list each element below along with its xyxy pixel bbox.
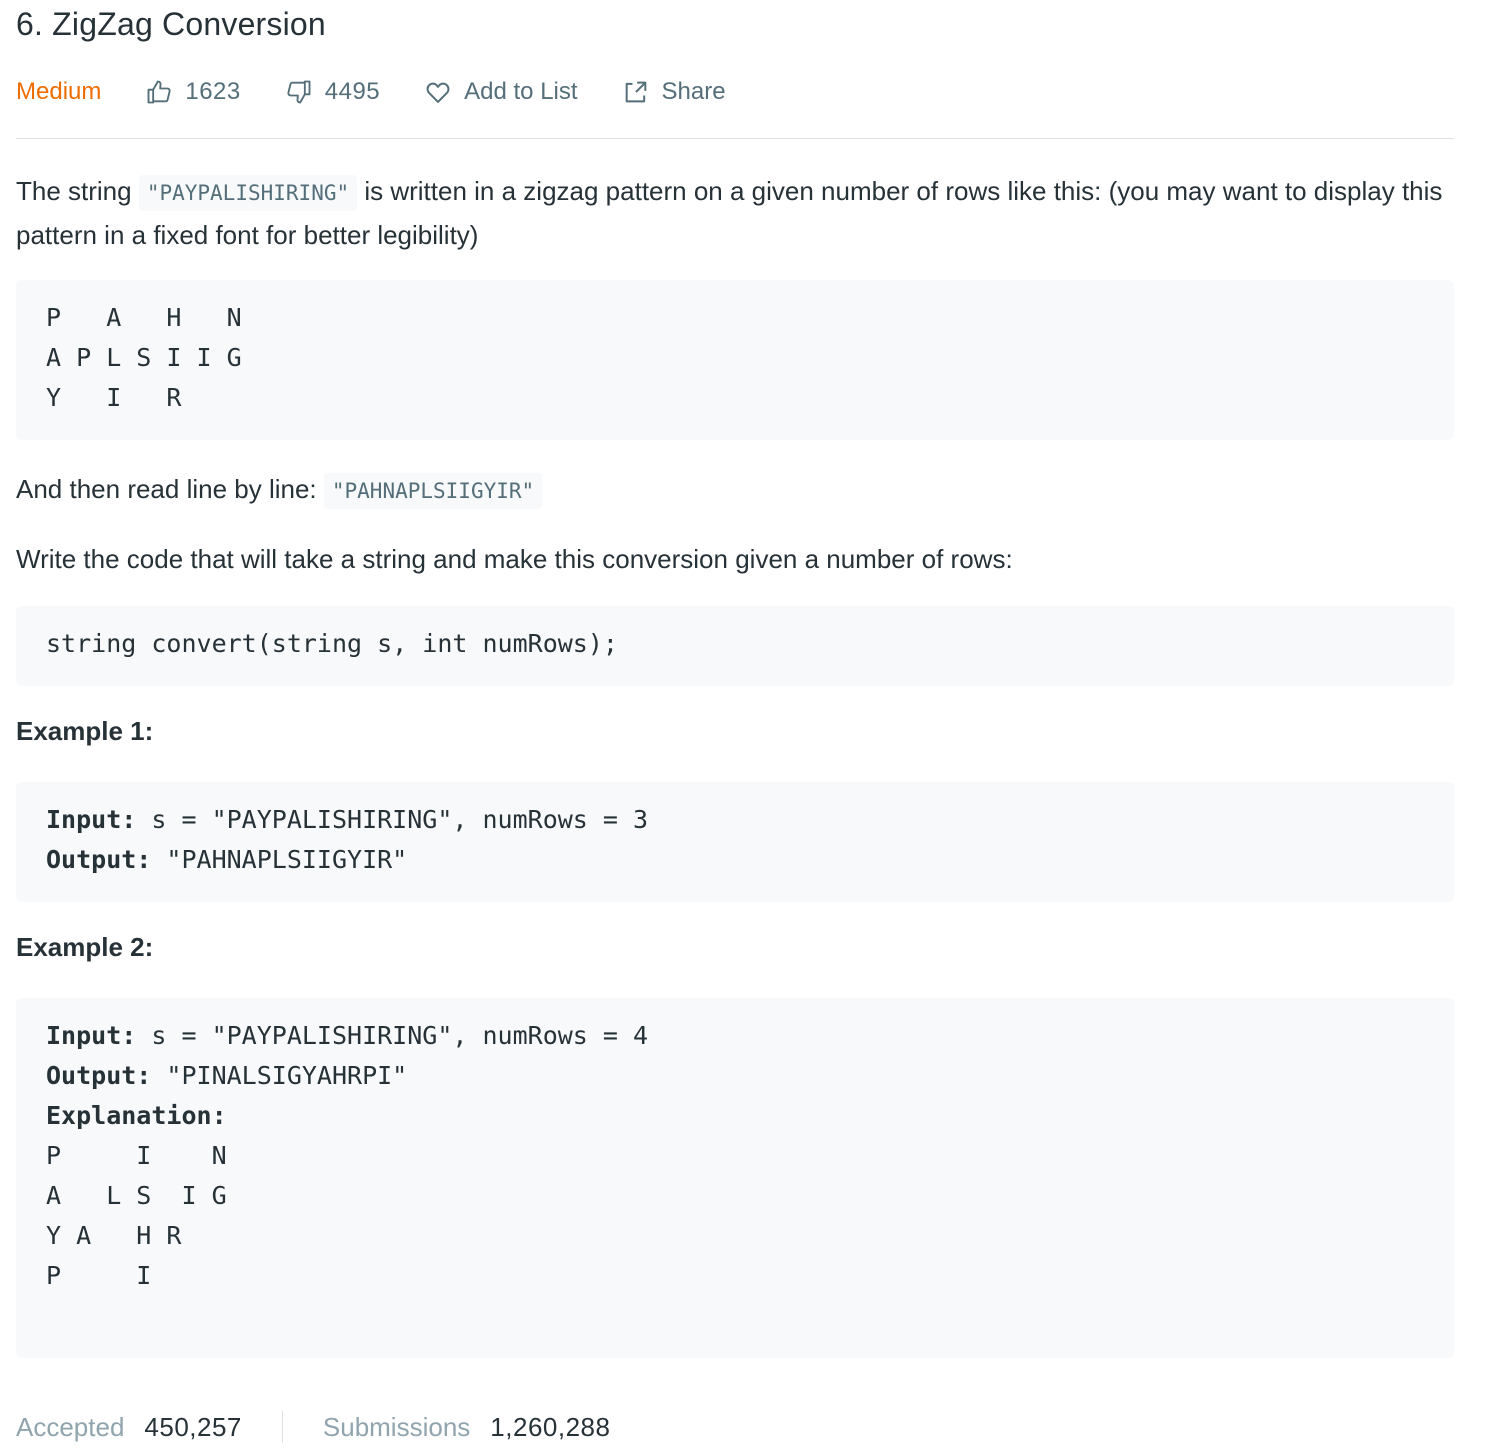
problem-meta-bar: Medium 1623 4495 Add to List Share [16,72,770,112]
submission-stats: Accepted 450,257 Submissions 1,260,288 [16,1406,610,1448]
input-value: s = "PAYPALISHIRING", numRows = 4 [136,1021,649,1050]
thumbs-down-icon [287,80,311,104]
description-paragraph-1: The string "PAYPALISHIRING" is written i… [16,170,1456,256]
accepted-label: Accepted [16,1411,125,1442]
dislike-count: 4495 [324,78,381,105]
example-1-block: Input: s = "PAYPALISHIRING", numRows = 3… [16,782,1454,902]
description-paragraph-2: And then read line by line: "PAHNAPLSIIG… [16,468,1456,512]
input-label: Input: [46,1021,137,1050]
dislike-button[interactable]: 4495 [285,78,380,106]
output-value: "PINALSIGYAHRPI" [151,1061,408,1090]
problem-page: 6. ZigZag Conversion Medium 1623 4495 Ad… [0,0,1488,1446]
submissions-label: Submissions [322,1411,471,1442]
add-to-list-label: Add to List [464,78,578,105]
example-1-title: Example 1: [16,716,154,746]
zigzag-pattern-block: P A H N A P L S I I G Y I R [16,280,1454,440]
output-value: "PAHNAPLSIIGYIR" [151,845,408,874]
description-paragraph-3: Write the code that will take a string a… [16,544,1013,574]
example-2-block: Input: s = "PAYPALISHIRING", numRows = 4… [16,998,1454,1358]
example-2-title: Example 2: [16,932,154,962]
difficulty-label: Medium [16,78,102,105]
share-button[interactable]: Share [622,78,726,106]
stats-divider [281,1411,283,1443]
share-label: Share [661,78,726,105]
inline-code-output-string: "PAHNAPLSIIGYIR" [323,473,543,509]
add-to-list-button[interactable]: Add to List [424,78,578,106]
header-divider [16,138,1454,139]
description-text: And then read line by line: [16,474,324,504]
output-label: Output: [46,1061,152,1090]
explanation-label: Explanation: [46,1101,227,1130]
problem-title: 6. ZigZag Conversion [16,6,326,42]
output-label: Output: [46,845,152,874]
like-count: 1623 [185,78,241,105]
accepted-count: 450,257 [144,1411,242,1442]
inline-code-input-string: "PAYPALISHIRING" [138,175,358,211]
function-signature-block: string convert(string s, int numRows); [16,606,1454,686]
submissions-count: 1,260,288 [490,1411,611,1442]
description-text: The string [16,176,139,206]
explanation-pattern: P I N A L S I G Y A H R P I [46,1141,227,1290]
heart-icon [426,82,450,103]
input-label: Input: [46,805,137,834]
share-icon [625,81,646,103]
thumbs-up-icon [147,80,171,104]
input-value: s = "PAYPALISHIRING", numRows = 3 [136,805,649,834]
like-button[interactable]: 1623 [145,78,240,106]
